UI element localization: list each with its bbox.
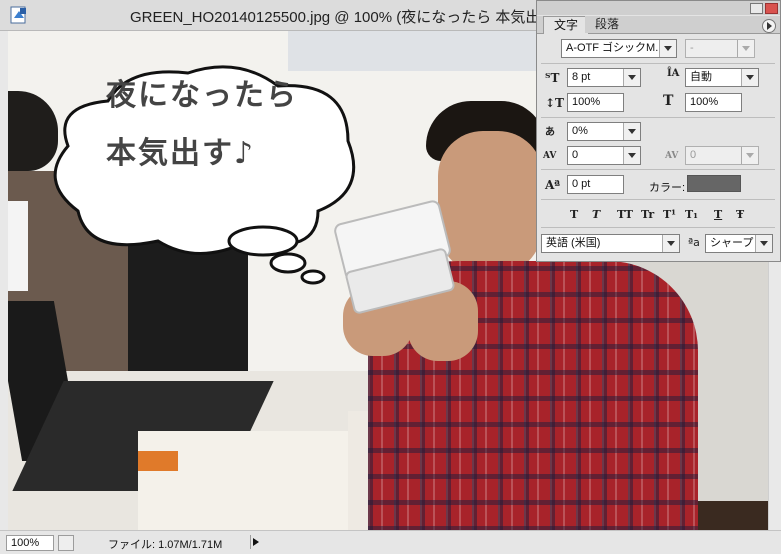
photo-orange-tag [138,451,178,471]
horizontal-scale-field[interactable]: 100% [685,93,742,112]
subscript-button[interactable]: T₁ [685,208,698,221]
antialias-icon: ªa [688,236,700,249]
window-title: GREEN_HO20140125500.jpg @ 100% (夜になったら 本… [130,9,541,26]
dropdown-arrow-icon [741,69,758,86]
photo-man-face [438,131,543,276]
vertical-scale-icon: ↕T [545,96,564,110]
strikethrough-button[interactable]: Ŧ [736,208,744,221]
baseline-shift-field[interactable]: 0 pt [567,175,624,194]
font-family-value: A-OTF ゴシックM... [566,42,665,54]
photo-paper-box [138,431,368,531]
language-select[interactable]: 英語 (米国) [541,234,680,253]
leading-icon: ÎA [667,68,680,79]
bubble-text-line1: 夜になったら [106,78,298,113]
font-style-select[interactable]: - [685,39,755,58]
vertical-scale-field[interactable]: 100% [567,93,624,112]
status-menu-arrow-icon[interactable] [250,535,261,549]
tracking-field[interactable]: 0 [685,146,759,165]
kerning-value: 0 [572,149,579,161]
panel-header[interactable] [537,1,780,15]
color-label: カラー: [649,182,686,194]
tsume-icon: あ [545,127,555,138]
font-size-value: 8 pt [572,71,591,83]
leading-field[interactable]: 自動 [685,68,759,87]
tracking-icon: AV [665,151,679,161]
divider [541,117,775,118]
all-caps-button[interactable]: TT [617,208,633,221]
panel-menu-icon[interactable] [762,19,776,33]
dropdown-arrow-icon [755,235,772,252]
divider [541,199,775,200]
panel-minimize-button[interactable] [750,3,763,14]
horizontal-scale-icon: T [663,93,674,109]
font-size-icon: ᵀT [545,71,560,85]
dropdown-arrow-icon [623,147,640,164]
dropdown-arrow-icon [741,147,758,164]
tab-paragraph[interactable]: 段落 [585,16,630,33]
dropdown-arrow-icon [623,69,640,86]
leading-value: 自動 [690,71,712,83]
small-caps-button[interactable]: Tr [641,208,654,221]
faux-bold-button[interactable]: T [570,208,578,221]
status-info-icon[interactable] [58,535,74,551]
language-value: 英語 (米国) [546,237,601,249]
font-family-select[interactable]: A-OTF ゴシックM... [561,39,677,58]
dropdown-arrow-icon [659,40,676,57]
tracking-value: 0 [690,149,697,161]
baseline-shift-icon: Aª [545,178,561,192]
tsume-value: 0% [572,125,588,137]
zoom-field[interactable]: 100% [6,535,54,551]
dropdown-arrow-icon [662,235,679,252]
kerning-icon: AV [543,151,557,161]
font-style-value: - [690,42,694,54]
divider [541,169,775,170]
status-bar: 100% ファイル: 1.07M/1.71M [0,530,781,554]
dropdown-arrow-icon [623,123,640,140]
antialias-select[interactable]: シャープ [705,234,773,253]
underline-button[interactable]: T [714,208,722,221]
tsume-field[interactable]: 0% [567,122,641,141]
antialias-value: シャープ [710,237,754,249]
divider [541,63,775,64]
character-panel: 文字 段落 A-OTF ゴシックM... - ᵀT 8 pt ÎA 自動 ↕T … [536,0,781,262]
bubble-text-line2: 本気出す♪ [106,136,256,171]
superscript-button[interactable]: T¹ [663,208,676,221]
dropdown-arrow-icon [737,40,754,57]
kerning-field[interactable]: 0 [567,146,641,165]
faux-italic-button[interactable]: T [592,208,600,221]
file-info-text: ファイル: 1.07M/1.71M [108,539,223,551]
font-size-field[interactable]: 8 pt [567,68,641,87]
photoshop-document-icon [10,6,26,24]
divider [541,227,775,228]
panel-close-button[interactable] [765,3,778,14]
photo-left-person-shirt [8,201,28,291]
tab-character[interactable]: 文字 [543,16,590,34]
color-swatch[interactable] [687,175,741,192]
